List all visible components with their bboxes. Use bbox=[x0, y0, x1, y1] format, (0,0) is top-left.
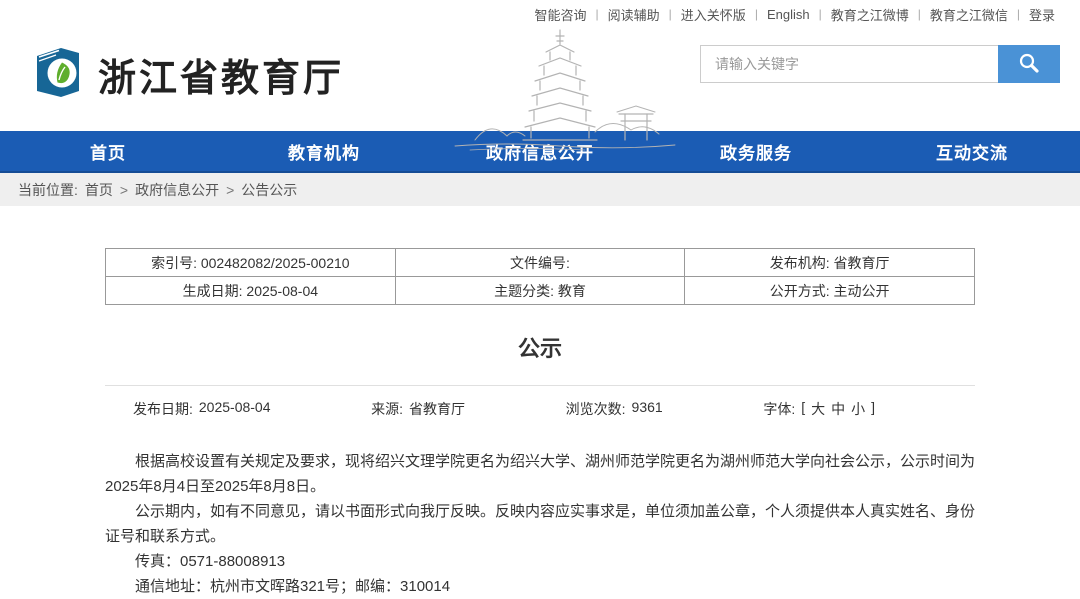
font-size-label: 字体: bbox=[763, 399, 795, 419]
topbar-link-wechat[interactable]: 教育之江微信 bbox=[930, 5, 1008, 24]
source-label: 来源: bbox=[371, 399, 403, 419]
publish-date-label: 发布日期: bbox=[133, 399, 193, 419]
topbar: 智能咨询 | 阅读辅助 | 进入关怀版 | English | 教育之江微博 |… bbox=[0, 0, 1080, 28]
bracket: [ bbox=[801, 399, 805, 419]
separator: | bbox=[669, 7, 672, 21]
site-logo[interactable]: 浙江省教育厅 bbox=[28, 44, 344, 105]
article-meta: 发布日期: 2025-08-04 来源: 省教育厅 浏览次数: 9361 字体:… bbox=[133, 399, 875, 419]
breadcrumb-item-home[interactable]: 首页 bbox=[85, 180, 113, 200]
cell-issuing-agency: 发布机构: 省教育厅 bbox=[685, 249, 975, 277]
source: 来源: 省教育厅 bbox=[371, 399, 465, 419]
publish-date-value: 2025-08-04 bbox=[199, 399, 271, 419]
book-with-leaf-icon bbox=[28, 44, 86, 105]
breadcrumb-item-government-info[interactable]: 政府信息公开 bbox=[135, 180, 219, 200]
source-value: 省教育厅 bbox=[409, 399, 465, 419]
topbar-link-reading-aid[interactable]: 阅读辅助 bbox=[608, 5, 660, 24]
search-bar bbox=[700, 45, 1060, 83]
topbar-link-login[interactable]: 登录 bbox=[1029, 5, 1055, 24]
breadcrumb-item-announcements: 公告公示 bbox=[241, 180, 297, 200]
site-title: 浙江省教育厅 bbox=[98, 47, 344, 102]
separator: > bbox=[120, 182, 128, 198]
topbar-link-weibo[interactable]: 教育之江微博 bbox=[831, 5, 909, 24]
paragraph: 根据高校设置有关规定及要求，现将绍兴文理学院更名为绍兴大学、湖州师范学院更名为湖… bbox=[105, 449, 975, 499]
bracket: ] bbox=[871, 399, 875, 419]
separator: > bbox=[226, 182, 234, 198]
font-size-large-button[interactable]: 大 bbox=[811, 399, 825, 419]
view-count-label: 浏览次数: bbox=[566, 399, 626, 419]
magnifier-icon bbox=[1017, 51, 1041, 78]
cell-disclosure-method: 公开方式: 主动公开 bbox=[685, 277, 975, 305]
view-count: 浏览次数: 9361 bbox=[566, 399, 663, 419]
nav-item-home[interactable]: 首页 bbox=[0, 131, 216, 171]
page-title: 公示 bbox=[0, 331, 1080, 363]
view-count-value: 9361 bbox=[632, 399, 663, 419]
topbar-link-care-version[interactable]: 进入关怀版 bbox=[681, 5, 746, 24]
separator: | bbox=[918, 7, 921, 21]
pagoda-ink-sketch bbox=[435, 28, 695, 158]
breadcrumb: 当前位置: 首页 > 政府信息公开 > 公告公示 bbox=[0, 173, 1080, 206]
cell-topic-category: 主题分类: 教育 bbox=[395, 277, 685, 305]
cell-file-number: 文件编号: bbox=[395, 249, 685, 277]
article-body: 根据高校设置有关规定及要求，现将绍兴文理学院更名为绍兴大学、湖州师范学院更名为湖… bbox=[105, 449, 975, 599]
nav-item-interaction[interactable]: 互动交流 bbox=[864, 131, 1080, 171]
separator: | bbox=[755, 7, 758, 21]
paragraph: 公示期内，如有不同意见，请以书面形式向我厅反映。反映内容应实事求是，单位须加盖公… bbox=[105, 499, 975, 549]
document-info-table: 索引号: 002482082/2025-00210 文件编号: 发布机构: 省教… bbox=[105, 248, 975, 305]
font-size-small-button[interactable]: 小 bbox=[851, 399, 865, 419]
divider bbox=[105, 385, 975, 386]
separator: | bbox=[596, 7, 599, 21]
search-button[interactable] bbox=[998, 45, 1060, 83]
breadcrumb-prefix: 当前位置: bbox=[18, 180, 78, 200]
table-row: 索引号: 002482082/2025-00210 文件编号: 发布机构: 省教… bbox=[106, 249, 975, 277]
font-size-medium-button[interactable]: 中 bbox=[831, 399, 845, 419]
publish-date: 发布日期: 2025-08-04 bbox=[133, 399, 271, 419]
site-header: 浙江省教育厅 bbox=[0, 28, 1080, 131]
cell-creation-date: 生成日期: 2025-08-04 bbox=[106, 277, 396, 305]
topbar-link-english[interactable]: English bbox=[767, 7, 810, 22]
search-input[interactable] bbox=[700, 45, 998, 83]
separator: | bbox=[1017, 7, 1020, 21]
font-size-switcher: 字体: [ 大 中 小 ] bbox=[763, 399, 875, 419]
separator: | bbox=[819, 7, 822, 21]
table-row: 生成日期: 2025-08-04 主题分类: 教育 公开方式: 主动公开 bbox=[106, 277, 975, 305]
cell-index-number: 索引号: 002482082/2025-00210 bbox=[106, 249, 396, 277]
paragraph-address: 通信地址：杭州市文晖路321号；邮编：310014 bbox=[105, 574, 975, 599]
content-area: 索引号: 002482082/2025-00210 文件编号: 发布机构: 省教… bbox=[0, 206, 1080, 599]
paragraph-fax: 传真：0571-88008913 bbox=[105, 549, 975, 574]
nav-item-education-institutions[interactable]: 教育机构 bbox=[216, 131, 432, 171]
topbar-link-smart-consult[interactable]: 智能咨询 bbox=[535, 5, 587, 24]
